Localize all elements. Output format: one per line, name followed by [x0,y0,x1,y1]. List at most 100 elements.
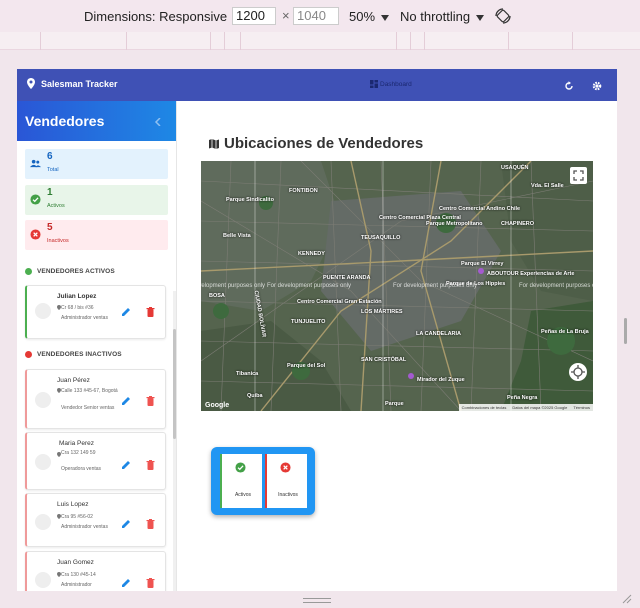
stat-inactive: 5 Inactivos [25,220,168,250]
media-query-ruler [0,32,640,50]
map-data-credit: Datos del mapa ©2025 Google [512,405,568,410]
sidebar-scrollbar[interactable] [173,329,176,439]
resize-corner-icon[interactable] [620,592,632,604]
salesman-card-inactive[interactable]: Juan Pérez Calle 133 #45-67, Bogotá Vend… [25,369,166,429]
crosshair-icon [571,365,585,379]
location-pin-icon [27,78,35,89]
map-label: Peña Negra [507,395,538,401]
fullscreen-icon [573,170,584,181]
map-label: Peñas de La Bruja [541,329,589,335]
rotate-icon[interactable] [494,7,512,25]
resize-handle-bottom[interactable] [303,598,331,603]
inactive-section-title: VENDEDORES INACTIVOS [25,351,122,358]
salesman-role: Administrador ventas [61,315,108,321]
salesman-card-active[interactable]: Julian Lopez Cr 68 / bis #36 Administrad… [25,285,166,339]
active-dot-icon [25,268,32,275]
avatar [35,514,51,530]
fullscreen-button[interactable] [570,167,587,184]
delete-icon[interactable] [146,396,155,406]
salesman-card-inactive[interactable]: Maria Perez Cra 132 149 59 Operadora ven… [25,432,166,490]
salesman-role: Operadora ventas [61,466,102,472]
map-label: FONTIBON [289,188,318,194]
avatar [35,392,51,408]
inactive-dot-icon [25,351,32,358]
check-circle-icon [235,462,246,473]
page-title: Ubicaciones de Vendedores [209,135,423,152]
map-view[interactable]: FONTIBON Parque Sindicalito Belle Vista … [201,161,593,411]
legend-inactive: Inactivos [265,454,307,508]
stat-active: 1 Activos [25,185,168,215]
zoom-dropdown[interactable]: 50% [349,9,390,24]
terms-link[interactable]: Términos [573,405,590,410]
map-label: USAQUÉN [501,165,529,171]
delete-icon[interactable] [146,578,155,588]
cancel-circle-icon [30,229,41,240]
throttling-dropdown[interactable]: No throttling [400,9,485,24]
salesman-card-inactive[interactable]: Luis Lopez Cra 95 #56-02 Administrador v… [25,493,166,547]
brand[interactable]: Salesman Tracker [27,78,118,89]
devtools-toolbar: Dimensions: Responsive 1200 × 1040 50% N… [0,0,640,32]
edit-icon[interactable] [121,460,131,470]
width-input[interactable]: 1200 [232,7,276,25]
group-icon [30,159,41,168]
map-label: TEUSAQUILLO [361,235,401,241]
edit-icon[interactable] [121,578,131,588]
refresh-icon[interactable] [564,81,574,91]
map-legend: Activos Inactivos [211,447,315,515]
salesman-name: Juan Pérez [57,377,90,384]
sidebar-header: Vendedores [17,101,176,141]
gear-icon[interactable] [592,81,602,91]
salesman-address: Cra 95 #56-02 [61,514,93,520]
check-circle-icon [30,194,41,205]
height-input[interactable]: 1040 [293,7,339,25]
map-label: CHAPINERO [501,221,535,227]
stat-total: 6 Total [25,149,168,179]
chevron-left-icon[interactable] [154,118,162,126]
map-watermark: For development purposes only [519,283,593,289]
map-watermark: For development purposes only [393,283,478,289]
map-attribution: Combinaciones de teclas Datos del mapa ©… [458,404,593,411]
salesman-role: Vendedor Senior ventas [61,405,115,411]
map-label: BOSA [209,293,225,299]
sidebar: Vendedores 6 Total 1 Activos 5 Inactivos… [17,101,177,591]
edit-icon[interactable] [121,396,131,406]
map-label: Parque Sindicalito [226,197,274,203]
keyboard-shortcuts-link[interactable]: Combinaciones de teclas [462,405,507,410]
resize-handle-right[interactable] [624,318,627,344]
times-separator: × [282,8,290,23]
avatar [35,572,51,588]
brand-title: Salesman Tracker [41,78,118,89]
map-label: Vda. El Salle [531,183,564,189]
map-label: Parque [385,401,404,407]
delete-icon[interactable] [146,307,155,317]
avatar [35,303,51,319]
map-label: Quiba [247,393,263,399]
sidebar-title: Vendedores [25,113,105,129]
map-label: PUENTE ARANDA [323,275,371,281]
salesman-address: Cra 132 149 59 [61,450,96,456]
salesman-address: Cra 130 #45-14 [61,572,96,578]
map-label: SAN CRISTÓBAL [361,357,407,363]
google-logo: Google [205,402,230,409]
my-location-button[interactable] [569,363,587,381]
app-topbar: Salesman Tracker Dashboard [17,69,617,101]
map-label: KENNEDY [298,251,325,257]
salesman-role: Administrador ventas [61,524,108,530]
dimensions-dropdown[interactable]: Dimensions: Responsive [84,9,242,24]
delete-icon[interactable] [146,460,155,470]
avatar [35,454,51,470]
salesman-name: Juan Gomez [57,559,94,566]
edit-icon[interactable] [121,307,131,317]
dashboard-icon [370,80,378,88]
edit-icon[interactable] [121,519,131,529]
nav-dashboard[interactable]: Dashboard [370,80,412,88]
salesman-role: Administrador [61,582,92,588]
map-icon [209,138,219,149]
map-watermark: For development purposes only [201,283,266,289]
map-label: ABOUTOUR Experiencias de Arte [487,271,575,277]
chevron-down-icon [476,14,485,21]
delete-icon[interactable] [146,519,155,529]
salesman-name: Julian Lopez [57,293,97,300]
map-label: LA CANDELARIA [416,331,462,337]
salesman-card-inactive[interactable]: Juan Gomez Cra 130 #45-14 Administrador [25,551,166,591]
